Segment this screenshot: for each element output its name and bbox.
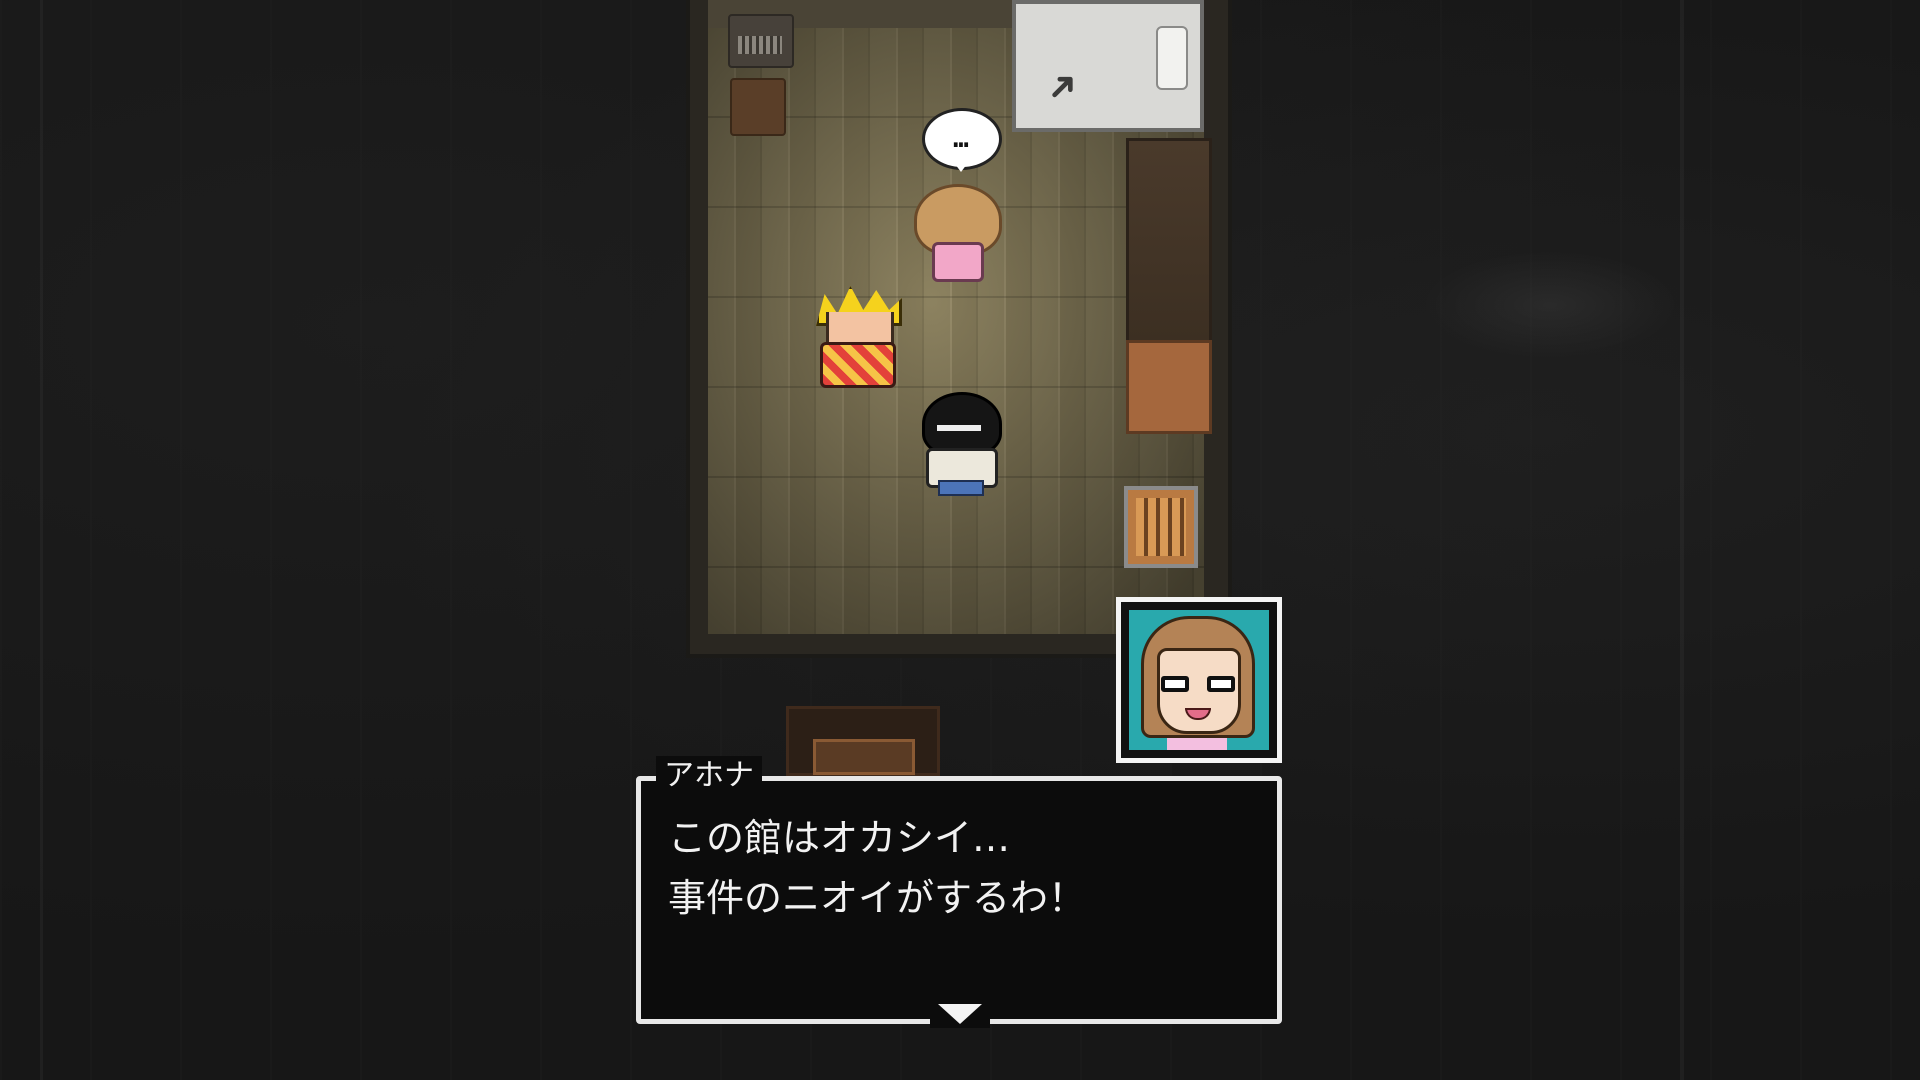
triangle-down-icon[interactable] <box>938 1004 982 1024</box>
dialog-line-1: この館はオカシイ… <box>668 816 1011 860</box>
cursor-arrow-icon: ➜ <box>1035 59 1089 113</box>
typewriter[interactable] <box>728 14 794 68</box>
wardrobe-drawer[interactable] <box>1126 340 1212 434</box>
right-lens <box>1207 676 1235 692</box>
girl-npc-body[interactable] <box>932 242 984 282</box>
bed-pillow <box>1156 26 1188 90</box>
left-lens <box>1161 676 1189 692</box>
dialog-text: この館はオカシイ… 事件のニオイがするわ！ <box>668 808 1248 928</box>
portrait-collar <box>1167 738 1227 750</box>
wooden-crate[interactable] <box>1124 486 1198 568</box>
speaker-name: アホナ <box>656 756 762 796</box>
player-boy-legs <box>938 480 984 496</box>
typewriter-keys <box>738 36 782 54</box>
wardrobe[interactable] <box>1126 138 1212 344</box>
bed[interactable]: ➜ <box>1012 0 1204 132</box>
door-panel <box>813 739 915 775</box>
backdrop-streak <box>1680 0 1684 1080</box>
speech-bubble-tail <box>952 160 970 172</box>
door[interactable] <box>786 706 940 776</box>
glasses-icon <box>1161 676 1235 696</box>
player-boy-hair[interactable] <box>922 392 1002 456</box>
crate-slats <box>1136 498 1186 556</box>
speaker-portrait <box>1116 597 1282 763</box>
faint-scrawl <box>1420 250 1680 360</box>
blond-npc-face[interactable] <box>826 312 894 345</box>
chair <box>730 78 786 136</box>
dialog-line-2: 事件のニオイがするわ！ <box>668 876 1087 920</box>
backdrop-streak <box>40 0 43 1080</box>
blond-npc-body[interactable] <box>820 342 896 388</box>
